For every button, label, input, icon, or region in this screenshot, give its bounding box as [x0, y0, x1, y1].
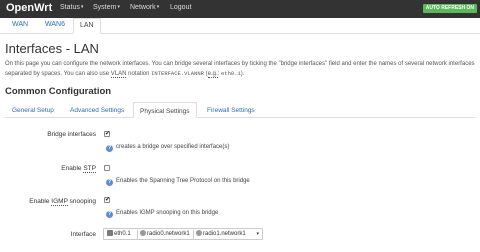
enable-igmp-label: Enable IGMP snooping — [29, 198, 96, 206]
brand-logo[interactable]: OpenWrt — [6, 2, 52, 14]
igmp-help: ? Enables IGMP snooping on this bridge — [106, 210, 218, 218]
tab-wan[interactable]: WAN — [12, 21, 28, 28]
vlan-abbr: VLAN — [110, 71, 127, 78]
wifi-icon — [140, 230, 146, 236]
igmp-abbr: IGMP — [51, 198, 68, 206]
bridge-help-text: creates a bridge over specified interfac… — [116, 144, 230, 150]
stp-label-prefix: Enable — [61, 165, 84, 172]
help-icon: ? — [106, 179, 113, 186]
stp-abbr: STP — [83, 165, 96, 173]
menu-logout[interactable]: Logout — [170, 4, 191, 11]
menu-network[interactable]: Network▾ — [130, 4, 159, 11]
chip-divider — [193, 230, 194, 239]
chip-divider — [137, 230, 138, 239]
tab-advanced-settings[interactable]: Advanced Settings — [70, 107, 124, 114]
interface-label: Interface — [70, 231, 96, 238]
notation-code: INTERFACE.VLANNR — [151, 70, 204, 77]
interface-dropdown[interactable]: eth0.1 radio0.network1 radio1.network1 ▾ — [103, 228, 263, 240]
enable-igmp-checkbox[interactable]: ✔ — [104, 197, 110, 203]
interface-chip-label: eth0.1 — [114, 231, 131, 237]
bridge-help: ? creates a bridge over specified interfa… — [106, 144, 229, 152]
interface-chip-label: radio0.network1 — [147, 231, 190, 237]
menu-network-label: Network — [130, 4, 156, 11]
interface-chip-radio1: radio1.network1 — [196, 230, 246, 239]
tab-physical-settings[interactable]: Physical Settings — [133, 102, 197, 118]
tab-general-setup[interactable]: General Setup — [12, 107, 54, 114]
example-code: eth0.1 — [220, 70, 241, 77]
tab-wan6[interactable]: WAN6 — [45, 21, 65, 28]
top-navbar: OpenWrt Status▾ System▾ Network▾ Logout … — [0, 0, 480, 18]
interface-chip-radio0: radio0.network1 — [140, 230, 190, 239]
chevron-down-icon: ▾ — [156, 4, 160, 10]
stp-help: ? Enables the Spanning Tree Protocol on t… — [106, 178, 250, 186]
chevron-down-icon: ▾ — [117, 4, 120, 10]
chevron-down-icon: ▾ — [256, 231, 259, 237]
section-title: Common Configuration — [5, 86, 112, 97]
menu-status[interactable]: Status▾ — [60, 4, 83, 11]
menu-system-label: System — [93, 4, 117, 11]
chevron-down-icon: ▾ — [80, 4, 84, 10]
interface-chip-eth0-1: eth0.1 — [107, 230, 131, 239]
description-text: notation — [126, 71, 152, 77]
config-tabs: General Setup Advanced Settings Physical… — [5, 102, 475, 118]
menu-system[interactable]: System▾ — [93, 4, 120, 11]
menu-status-label: Status — [60, 4, 80, 11]
description-text: ). — [240, 71, 245, 77]
tab-lan[interactable]: LAN — [73, 18, 101, 34]
eg-abbr: e.g. — [207, 71, 218, 78]
bridge-interfaces-label: Bridge interfaces — [47, 131, 96, 138]
stp-help-text: Enables the Spanning Tree Protocol on th… — [116, 178, 250, 184]
page-description: On this page you can configure the netwo… — [5, 60, 477, 79]
igmp-label-suffix: snooping — [67, 198, 96, 205]
page-title: Interfaces - LAN — [5, 41, 99, 56]
igmp-help-text: Enables IGMP snooping on this bridge — [116, 210, 219, 216]
tab-firewall-settings[interactable]: Firewall Settings — [207, 107, 255, 114]
enable-stp-label: Enable STP — [61, 165, 96, 173]
interface-tabs: WAN WAN6 LAN — [0, 18, 480, 34]
wifi-icon — [196, 230, 202, 236]
help-icon: ? — [106, 145, 113, 152]
enable-stp-checkbox[interactable] — [104, 165, 110, 171]
help-icon: ? — [106, 211, 113, 218]
interface-chip-label: radio1.network1 — [203, 231, 246, 237]
bridge-interfaces-checkbox[interactable]: ✔ — [104, 131, 110, 137]
igmp-label-prefix: Enable — [29, 198, 52, 205]
auto-refresh-badge[interactable]: AUTO REFRESH ON — [422, 4, 477, 13]
ethernet-port-icon — [107, 230, 113, 236]
